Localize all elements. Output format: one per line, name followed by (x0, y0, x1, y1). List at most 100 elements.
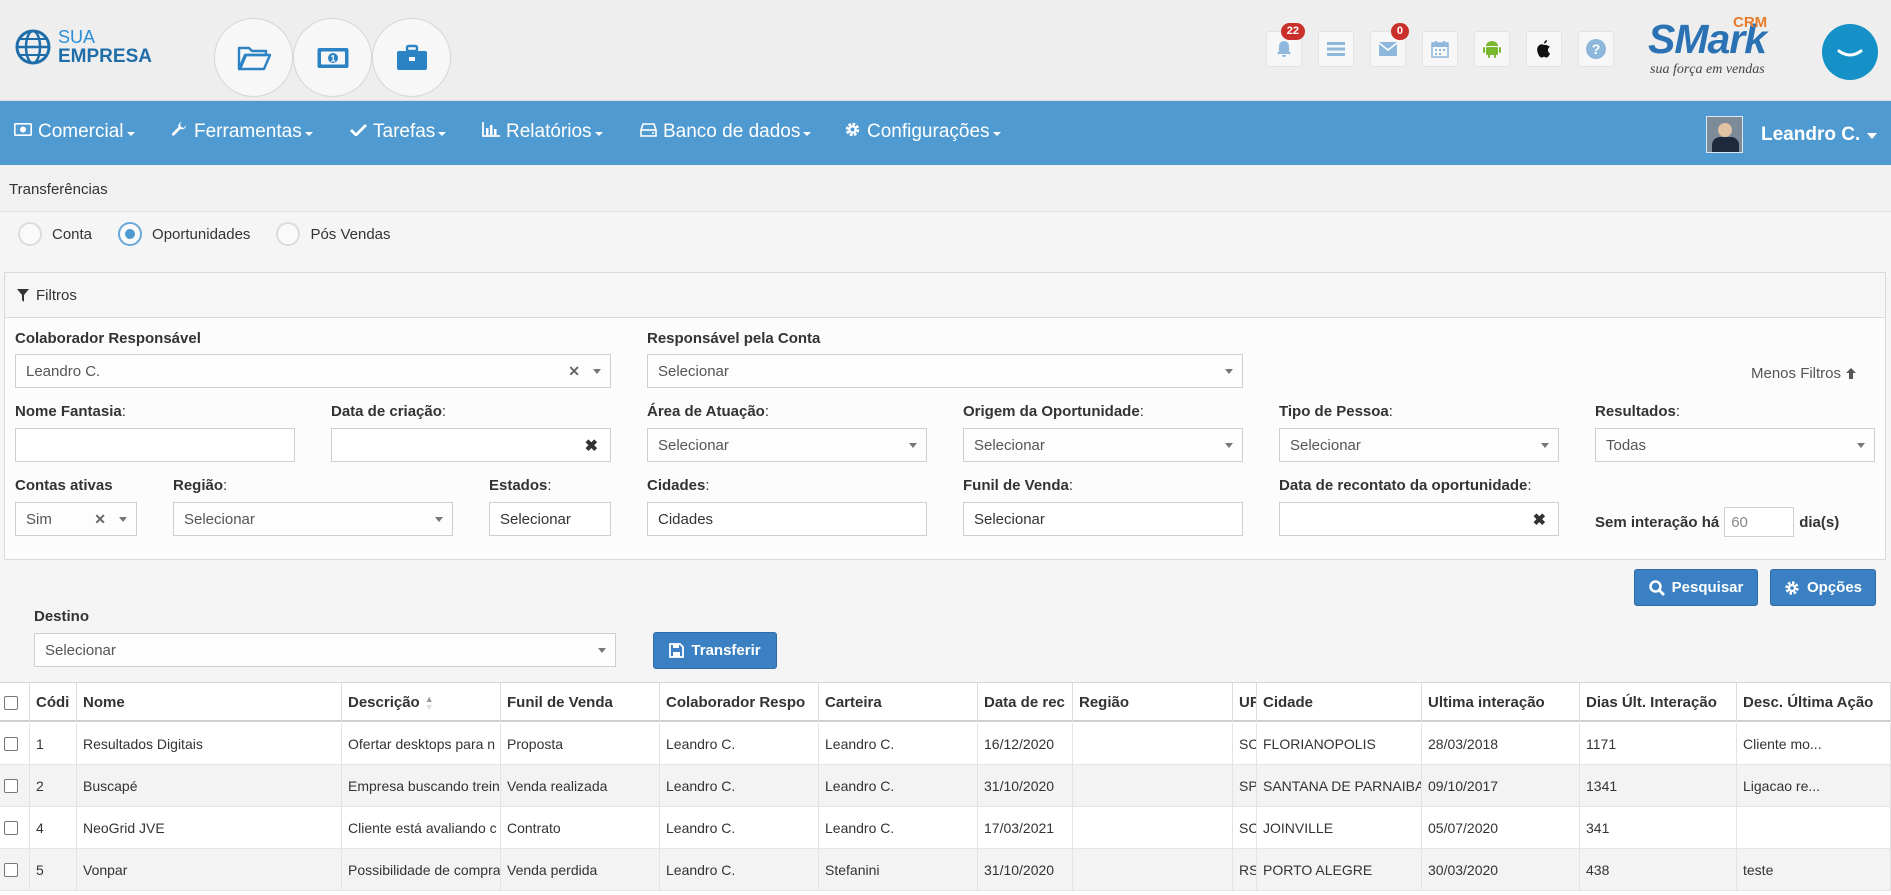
radio-circle-selected[interactable] (118, 222, 143, 246)
company-logo[interactable]: SUA EMPRESA (14, 28, 152, 66)
close-icon[interactable]: ✖ (585, 436, 598, 456)
nav-banco-de-dados[interactable]: Banco de dados (640, 121, 812, 143)
header-desc-ultima-acao[interactable]: Desc. Última Ação (1737, 683, 1891, 722)
destino-label: Destino (34, 608, 90, 625)
caret-down-icon (1867, 133, 1878, 139)
estados-input[interactable]: Selecionar (489, 502, 611, 536)
regiao-select[interactable]: Selecionar (173, 502, 453, 536)
radio-circle[interactable] (276, 222, 301, 246)
svg-text:?: ? (1592, 41, 1601, 57)
clear-icon[interactable]: ✕ (94, 511, 106, 528)
estados-label: Estados: (489, 477, 552, 494)
pesquisar-button[interactable]: Pesquisar (1634, 569, 1758, 606)
android-app-button[interactable] (1474, 31, 1510, 67)
resultados-select[interactable]: Todas (1595, 428, 1875, 462)
row-checkbox[interactable] (4, 737, 18, 751)
estados-label-text: Estados (489, 477, 548, 494)
origem-select[interactable]: Selecionar (963, 428, 1243, 462)
close-icon[interactable]: ✖ (1533, 510, 1546, 530)
opcoes-label: Opções (1806, 579, 1863, 596)
header-label: UF (1239, 694, 1257, 711)
header-uf[interactable]: UF (1233, 683, 1257, 722)
header-codigo[interactable]: Códi (30, 683, 77, 722)
header-regiao[interactable]: Região (1073, 683, 1233, 722)
recontato-input[interactable]: ✖ (1279, 502, 1559, 536)
destino-select[interactable]: Selecionar (34, 633, 616, 667)
filters-header[interactable]: Filtros (5, 273, 1885, 318)
nav-comercial[interactable]: Comercial (14, 121, 135, 143)
nav-ferramentas[interactable]: Ferramentas (171, 121, 313, 143)
header-dias-ult-interacao[interactable]: Dias Últ. Interação (1580, 683, 1737, 722)
smark-name: SMark (1648, 16, 1767, 62)
cell-carteira: Leandro C. (819, 807, 978, 849)
row-checkbox[interactable] (4, 821, 18, 835)
cidades-input[interactable]: Cidades (647, 502, 927, 536)
messages-button[interactable]: 0 (1370, 23, 1409, 67)
row-checkbox[interactable] (4, 779, 18, 793)
user-menu[interactable]: Leandro C. (1706, 116, 1878, 153)
sem-interacao-input[interactable] (1724, 507, 1795, 537)
opcoes-button[interactable]: Opções (1770, 569, 1876, 606)
radio-oportunidades[interactable]: Oportunidades (118, 222, 250, 246)
tipo-pessoa-select[interactable]: Selecionar (1279, 428, 1559, 462)
money-button[interactable]: 1 (293, 18, 372, 97)
select-all-checkbox[interactable] (4, 695, 18, 710)
header-carteira[interactable]: Carteira (819, 683, 978, 722)
header-funil-de-venda[interactable]: Funil de Venda (501, 683, 660, 722)
funil-input[interactable]: Selecionar (963, 502, 1243, 536)
header-data-recontato[interactable]: Data de rec (978, 683, 1073, 722)
cell-regiao (1073, 849, 1233, 891)
contas-ativas-select[interactable]: Sim ✕ (15, 502, 137, 536)
help-button[interactable]: ? (1578, 31, 1614, 67)
cell-select (0, 849, 30, 891)
nav-tarefas[interactable]: Tarefas (350, 121, 447, 143)
responsavel-conta-value: Selecionar (658, 362, 729, 380)
transferir-button[interactable]: Transferir (653, 632, 777, 669)
cell-cidade: SANTANA DE PARNAIBA (1257, 765, 1422, 807)
table-row[interactable]: 2 Buscapé Empresa buscando trein Venda real… (0, 765, 1891, 807)
row-checkbox[interactable] (4, 863, 18, 877)
chat-button[interactable] (1822, 24, 1878, 80)
cell-funil-de-venda: Venda realizada (501, 765, 660, 807)
nav-relatorios[interactable]: Relatórios (482, 121, 603, 143)
help-icon: ? (1586, 39, 1606, 59)
header-cidade[interactable]: Cidade (1257, 683, 1422, 722)
notifications-button[interactable]: 22 (1266, 23, 1305, 67)
folder-button[interactable] (214, 18, 293, 97)
bar-chart-icon (482, 122, 500, 142)
dias-label: dia(s) (1799, 513, 1840, 531)
cell-data-recontato: 31/10/2020 (978, 849, 1073, 891)
chevron-down-icon (598, 648, 606, 653)
cell-colaborador-responsavel: Leandro C. (660, 849, 819, 891)
colaborador-select[interactable]: Leandro C. ✕ (15, 354, 611, 388)
table-row[interactable]: 4 NeoGrid JVE Cliente está avaliando c Cont… (0, 807, 1891, 849)
responsavel-conta-select[interactable]: Selecionar (647, 354, 1243, 388)
header-nome[interactable]: Nome (77, 683, 342, 722)
apple-app-button[interactable] (1526, 31, 1562, 67)
filters-panel: Filtros Colaborador Responsável Leandro … (4, 272, 1886, 560)
nav-configuracoes[interactable]: Configurações (844, 121, 1001, 143)
data-criacao-input[interactable]: ✖ (331, 428, 611, 462)
nome-fantasia-input[interactable] (15, 428, 295, 462)
list-button[interactable] (1318, 31, 1354, 67)
radio-conta[interactable]: Conta (18, 222, 92, 246)
sort-icon[interactable]: ▲ ▼ (425, 694, 434, 711)
briefcase-button[interactable] (372, 18, 451, 97)
header-descricao[interactable]: Descrição ▲ ▼ (342, 683, 501, 722)
cell-codigo: 4 (30, 807, 77, 849)
area-select[interactable]: Selecionar (647, 428, 927, 462)
header-label: Cidade (1263, 694, 1314, 711)
calendar-button[interactable] (1422, 31, 1458, 67)
company-name-line1: SUA (58, 27, 96, 47)
radio-circle[interactable] (18, 222, 42, 246)
caret-down-icon (992, 131, 1001, 136)
header-ultima-interacao[interactable]: Ultima interação (1422, 683, 1580, 722)
table-row[interactable]: 5 Vonpar Possibilidade de compra Venda perd… (0, 849, 1891, 891)
clear-icon[interactable]: ✕ (568, 363, 580, 380)
radio-pos-vendas[interactable]: Pós Vendas (276, 222, 391, 246)
header-colaborador-responsavel[interactable]: Colaborador Respo (660, 683, 819, 722)
regiao-label-text: Região (173, 477, 224, 494)
menos-filtros-link[interactable]: Menos Filtros (1751, 365, 1857, 382)
table-row[interactable]: 1 Resultados Digitais Ofertar desktops par… (0, 723, 1891, 765)
cell-cidade: FLORIANOPOLIS (1257, 723, 1422, 765)
